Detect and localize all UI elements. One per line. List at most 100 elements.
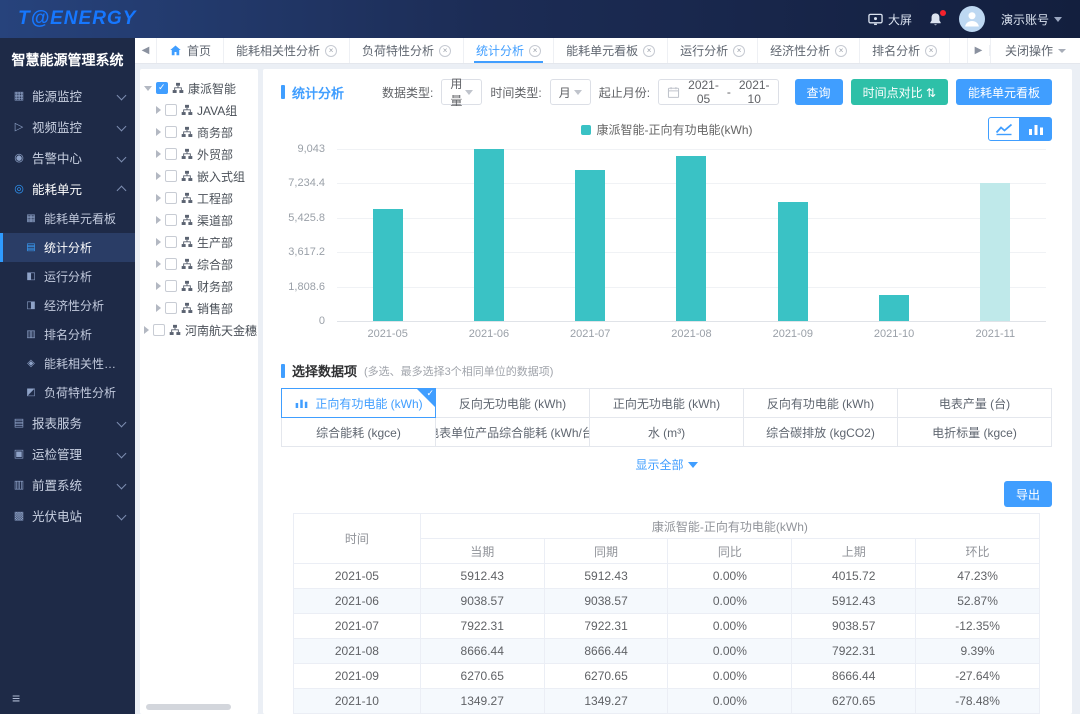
sidebar-item-load-characteristic-analysis[interactable]: ◩ 负荷特性分析 (0, 378, 135, 407)
checkbox[interactable] (165, 258, 177, 270)
sidebar-collapse-button[interactable]: ≡ (0, 688, 135, 714)
data-item-cell[interactable]: 正向无功电能 (kWh) (590, 389, 744, 418)
sidebar-item-operation-analysis[interactable]: ◧ 运行分析 (0, 262, 135, 291)
close-icon[interactable]: × (439, 45, 451, 57)
close-icon[interactable]: × (925, 45, 937, 57)
sidebar-item-ranking-analysis[interactable]: ▥ 排名分析 (0, 320, 135, 349)
bar-2021-06[interactable]: 2021-06 (474, 149, 504, 321)
tab-统计分析[interactable]: 统计分析 × (464, 38, 554, 63)
tree-node-root[interactable]: 康派智能 (144, 77, 254, 99)
checkbox[interactable] (165, 302, 177, 314)
table-row[interactable]: 2021-10 1349.27 1349.27 0.00% 6270.65 -7… (294, 689, 1040, 714)
data-item-cell[interactable]: 电表产量 (台) (898, 389, 1052, 418)
sidebar-item-energy-correlation-analysis[interactable]: ◈ 能耗相关性分析 (0, 349, 135, 378)
data-item-cell[interactable]: 正向有功电能 (kWh) (281, 388, 436, 418)
tree-horizontal-scrollbar[interactable] (146, 704, 231, 710)
tree-node-child[interactable]: 销售部 (144, 297, 254, 319)
tree-node-sibling[interactable]: 河南航天金穗电子有 (144, 319, 254, 341)
close-icon[interactable]: × (643, 45, 655, 57)
sidebar-item-energy-monitor[interactable]: ▦ 能源监控 (0, 80, 135, 111)
tree-node-child[interactable]: 渠道部 (144, 209, 254, 231)
checkbox[interactable] (165, 280, 177, 292)
tab-负荷特性分析[interactable]: 负荷特性分析 × (350, 38, 464, 63)
sidebar-item-energy-unit[interactable]: ◎ 能耗单元 (0, 173, 135, 204)
sidebar-item-pv-station[interactable]: ▩ 光伏电站 (0, 500, 135, 531)
sidebar-item-front-system[interactable]: ▥ 前置系统 (0, 469, 135, 500)
checkbox[interactable] (165, 236, 177, 248)
sidebar-item-alarm-center[interactable]: ◉ 告警中心 (0, 142, 135, 173)
table-row[interactable]: 2021-06 9038.57 9038.57 0.00% 5912.43 52… (294, 589, 1040, 614)
time-point-compare-button[interactable]: 时间点对比 ⇅ (851, 79, 948, 105)
table-row[interactable]: 2021-05 5912.43 5912.43 0.00% 4015.72 47… (294, 564, 1040, 589)
tabs-scroll-left-button[interactable]: ◀ (135, 38, 157, 63)
bar-2021-10[interactable]: 2021-10 (879, 149, 909, 321)
sidebar-item-report-service[interactable]: ▤ 报表服务 (0, 407, 135, 438)
sidebar-item-video-monitor[interactable]: ▷ 视频监控 (0, 111, 135, 142)
tree-node-child[interactable]: 综合部 (144, 253, 254, 275)
data-item-cell[interactable]: 反向无功电能 (kWh) (436, 389, 590, 418)
tree-node-child[interactable]: 商务部 (144, 121, 254, 143)
tree-node-child[interactable]: 财务部 (144, 275, 254, 297)
energy-unit-board-button[interactable]: 能耗单元看板 (956, 79, 1052, 105)
checkbox[interactable] (165, 192, 177, 204)
bar-2021-08[interactable]: 2021-08 (676, 149, 706, 321)
tab-运行分析[interactable]: 运行分析 × (668, 38, 758, 63)
sidebar-item-label: 运检管理 (32, 444, 118, 463)
checkbox[interactable] (165, 104, 177, 116)
data-type-select[interactable]: 用量 (441, 79, 482, 105)
data-item-cell[interactable]: 综合碳排放 (kgCO2) (744, 418, 898, 447)
data-item-cell[interactable]: 水 (m³) (590, 418, 744, 447)
tabs-scroll-right-button[interactable]: ▶ (968, 45, 990, 56)
data-item-cell[interactable]: 反向有功电能 (kWh) (744, 389, 898, 418)
tree-node-child[interactable]: 生产部 (144, 231, 254, 253)
sidebar-item-economic-analysis[interactable]: ◨ 经济性分析 (0, 291, 135, 320)
sidebar-item-energy-unit-board[interactable]: ▦ 能耗单元看板 (0, 204, 135, 233)
tab-能耗相关性分析[interactable]: 能耗相关性分析 × (224, 38, 350, 63)
close-icon[interactable]: × (835, 45, 847, 57)
line-chart-toggle-button[interactable] (988, 117, 1020, 141)
big-screen-button[interactable]: 大屏 (868, 11, 912, 28)
close-icon[interactable]: × (529, 45, 541, 57)
tree-node-child[interactable]: 嵌入式组 (144, 165, 254, 187)
tab-首页[interactable]: 首页 (157, 38, 224, 63)
checkbox-checked[interactable] (156, 82, 168, 94)
bar-2021-07[interactable]: 2021-07 (575, 149, 605, 321)
data-item-cell[interactable]: 电折标量 (kgce) (898, 418, 1052, 447)
tree-node-child[interactable]: 外贸部 (144, 143, 254, 165)
table-row[interactable]: 2021-07 7922.31 7922.31 0.00% 9038.57 -1… (294, 614, 1040, 639)
avatar[interactable] (959, 6, 985, 32)
y-axis-tick: 0 (319, 315, 325, 327)
time-type-select[interactable]: 月 (550, 79, 591, 105)
close-icon[interactable]: × (325, 45, 337, 57)
data-item-cell[interactable]: 电表单位产品综合能耗 (kWh/台) (436, 418, 590, 447)
sidebar-item-maintenance-management[interactable]: ▣ 运检管理 (0, 438, 135, 469)
bar-chart-toggle-button[interactable] (1020, 117, 1052, 141)
close-operations-menu[interactable]: 关闭操作 (990, 38, 1080, 63)
sidebar-item-statistics-analysis[interactable]: ▤ 统计分析 (0, 233, 135, 262)
tree-node-child[interactable]: 工程部 (144, 187, 254, 209)
checkbox[interactable] (165, 126, 177, 138)
query-button[interactable]: 查询 (795, 79, 843, 105)
table-row[interactable]: 2021-09 6270.65 6270.65 0.00% 8666.44 -2… (294, 664, 1040, 689)
tab-经济性分析[interactable]: 经济性分析 × (758, 38, 860, 63)
bar-2021-05[interactable]: 2021-05 (373, 149, 403, 321)
checkbox[interactable] (165, 214, 177, 226)
data-item-cell[interactable]: 综合能耗 (kgce) (282, 418, 436, 447)
close-icon[interactable]: × (733, 45, 745, 57)
account-menu[interactable]: 演示账号 (1001, 11, 1062, 28)
table-row[interactable]: 2021-08 8666.44 8666.44 0.00% 7922.31 9.… (294, 639, 1040, 664)
tab-排名分析[interactable]: 排名分析 × (860, 38, 950, 63)
checkbox[interactable] (153, 324, 165, 336)
checkbox[interactable] (165, 170, 177, 182)
bar-2021-11[interactable]: 2021-11 (980, 149, 1010, 321)
tree-node-child[interactable]: JAVA组 (144, 99, 254, 121)
month-range-picker[interactable]: 2021-05 - 2021-10 (658, 79, 778, 105)
checkbox[interactable] (165, 148, 177, 160)
export-button[interactable]: 导出 (1004, 481, 1052, 507)
data-item-label: 水 (m³) (648, 424, 685, 441)
notifications-button[interactable] (928, 12, 943, 27)
show-all-button[interactable]: 显示全部 (281, 456, 1052, 473)
bar-2021-09[interactable]: 2021-09 (778, 149, 808, 321)
tab-能耗单元看板[interactable]: 能耗单元看板 × (554, 38, 668, 63)
chart-legend[interactable]: 康派智能-正向有功电能(kWh) (281, 121, 1052, 138)
